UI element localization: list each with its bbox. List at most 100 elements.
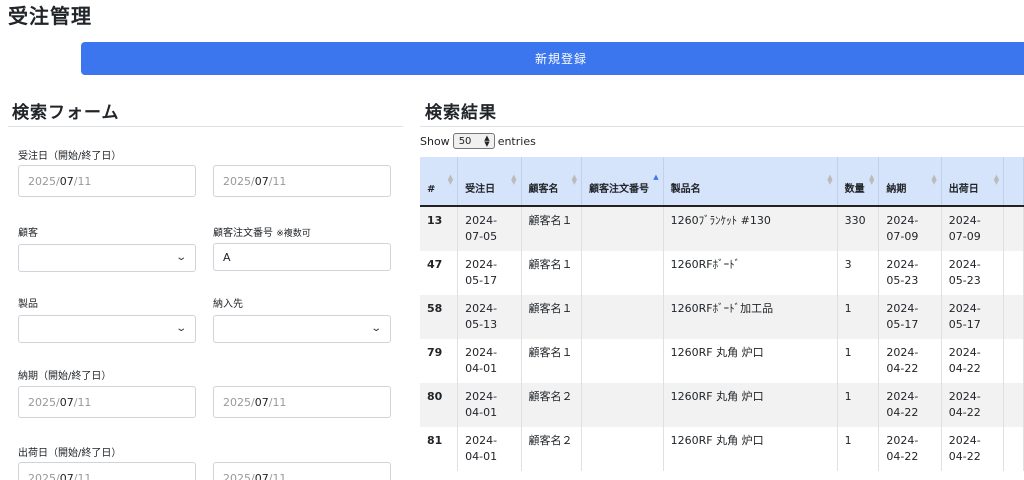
cell-cust-order-no — [581, 206, 664, 251]
customer-label: 顧客 — [18, 228, 38, 239]
entries-label: entries — [497, 134, 536, 148]
ship-date-label: 出荷日（開始/終了日） — [18, 448, 122, 459]
cell-due: 2024- 04-22 — [878, 383, 942, 427]
cell-product: 1260RFﾎﾞｰﾄﾞ加工品 — [663, 295, 838, 339]
cell-product: 1260ﾌﾞﾗﾝｹｯﾄ #130 — [663, 206, 838, 251]
table-row[interactable]: 80 2024- 04-01 顧客名２ 1260RF 丸角 炉口 1 2024- 04-22 2… — [420, 383, 1024, 427]
ship-date-start-input[interactable]: 2025/07/11 — [18, 462, 196, 480]
cell-order-date: 2024- 04-01 — [457, 427, 522, 471]
cell-customer: 顧客名２ — [521, 383, 583, 427]
ship-date-end-input[interactable]: 2025/07/11 — [213, 462, 391, 480]
table-row[interactable]: 79 2024- 04-01 顧客名１ 1260RF 丸角 炉口 1 2024- 04-22 2… — [420, 339, 1024, 383]
cell-qty: 1 — [837, 339, 880, 383]
chevron-down-icon: ⌄ — [369, 323, 382, 334]
search-form-divider — [8, 126, 403, 127]
cell-overflow — [1003, 339, 1024, 383]
show-label: Show — [420, 134, 450, 148]
column-header[interactable]: # ▲ ▼ — [420, 157, 459, 207]
order-date-end-input[interactable]: 2025/07/11 — [213, 165, 391, 197]
spinner-icon: ▲ ▼ — [484, 134, 490, 148]
cell-overflow — [1003, 251, 1024, 295]
column-header[interactable]: 顧客名 ▲ ▼ — [521, 157, 583, 207]
delivery-destination-label: 納入先 — [213, 299, 243, 310]
column-header[interactable]: 数量 ▲ ▼ — [837, 157, 880, 207]
sort-icon: ▲ ▼ — [993, 173, 1000, 186]
cell-customer: 顧客名１ — [521, 206, 583, 251]
product-select[interactable]: ⌄ — [18, 315, 196, 343]
table-row[interactable]: 13 2024- 07-05 顧客名１ 1260ﾌﾞﾗﾝｹｯﾄ #130 330 2024-… — [420, 206, 1024, 251]
results-title: 検索結果 — [425, 103, 497, 123]
column-header[interactable]: 納期 ▲ ▼ — [878, 157, 942, 207]
cell-id: 13 — [420, 206, 459, 251]
sort-ascending-icon: ▲ — [653, 173, 659, 181]
sort-icon: ▲ ▼ — [827, 173, 833, 186]
table-row[interactable]: 47 2024- 05-17 顧客名１ 1260RFﾎﾞｰﾄﾞ 3 2024- 05-23 20… — [420, 251, 1024, 295]
customer-select[interactable]: ⌄ — [18, 244, 196, 272]
cell-cust-order-no — [581, 427, 664, 471]
order-date-start-input[interactable]: 2025/07/11 — [18, 165, 196, 197]
cell-ship: 2024- 04-22 — [941, 427, 1005, 471]
cell-cust-order-no — [581, 383, 664, 427]
search-form-title: 検索フォーム — [12, 103, 120, 123]
cell-overflow — [1003, 427, 1024, 471]
cell-cust-order-no — [581, 295, 664, 339]
cell-qty: 1 — [837, 295, 880, 339]
page-title: 受注管理 — [8, 4, 92, 28]
cell-id: 80 — [420, 383, 459, 427]
customer-order-no-label: 顧客注文番号 ※複数可 — [213, 228, 311, 239]
cell-qty: 1 — [837, 427, 880, 471]
cell-product: 1260RF 丸角 炉口 — [663, 427, 838, 471]
cell-due: 2024- 05-23 — [878, 251, 942, 295]
due-date-end-input[interactable]: 2025/07/11 — [213, 386, 391, 418]
column-header[interactable]: 出荷日 ▲ ▼ — [941, 157, 1005, 207]
column-header[interactable]: 顧客注文番号 ▲ — [581, 157, 664, 207]
results-divider — [420, 126, 1024, 127]
cell-due: 2024- 04-22 — [878, 427, 942, 471]
delivery-destination-select[interactable]: ⌄ — [213, 315, 391, 343]
due-date-label: 納期（開始/終了日） — [18, 371, 112, 382]
chevron-down-icon: ⌄ — [174, 252, 187, 263]
cell-product: 1260RF 丸角 炉口 — [663, 339, 838, 383]
cell-ship: 2024- 07-09 — [941, 206, 1005, 251]
column-header[interactable]: 受注日 ▲ ▼ — [457, 157, 522, 207]
cell-id: 58 — [420, 295, 459, 339]
cell-cust-order-no — [581, 251, 664, 295]
cell-due: 2024- 07-09 — [878, 206, 942, 251]
cell-customer: 顧客名１ — [521, 295, 583, 339]
sort-icon: ▲ ▼ — [447, 173, 454, 186]
cell-order-date: 2024- 05-17 — [457, 251, 522, 295]
page-length-control: Show 50 ▲ ▼ entries — [420, 133, 536, 149]
cell-ship: 2024- 04-22 — [941, 383, 1005, 427]
sort-icon: ▲ ▼ — [931, 173, 937, 186]
cell-id: 79 — [420, 339, 459, 383]
cell-overflow — [1003, 206, 1024, 251]
cell-id: 47 — [420, 251, 459, 295]
sort-icon: ▲ ▼ — [868, 173, 875, 186]
cell-overflow — [1003, 383, 1024, 427]
page-length-select[interactable]: 50 ▲ ▼ — [452, 133, 495, 149]
cell-ship: 2024- 04-22 — [941, 339, 1005, 383]
column-header-overflow — [1003, 157, 1024, 207]
customer-order-no-input[interactable]: A — [213, 243, 391, 271]
table-header-row: # ▲ ▼ 受注日 ▲ ▼ 顧客名 ▲ ▼ 顧客注文番号 ▲ 製品名 ▲ ▼ 数量 ▲ ▼ 納期 ▲ ▼ … — [420, 157, 1024, 207]
cell-overflow — [1003, 295, 1024, 339]
cell-due: 2024- 04-22 — [878, 339, 942, 383]
due-date-start-input[interactable]: 2025/07/11 — [18, 386, 196, 418]
cell-order-date: 2024- 04-01 — [457, 383, 522, 427]
table-row[interactable]: 81 2024- 04-01 顧客名２ 1260RF 丸角 炉口 1 2024- 04-22 2… — [420, 427, 1024, 471]
order-date-label: 受注日（開始/終了日） — [18, 151, 122, 162]
product-label: 製品 — [18, 299, 38, 310]
cell-customer: 顧客名１ — [521, 251, 583, 295]
cell-ship: 2024- 05-17 — [941, 295, 1005, 339]
cell-qty: 330 — [837, 206, 880, 251]
cell-cust-order-no — [581, 339, 664, 383]
cell-customer: 顧客名１ — [521, 339, 583, 383]
chevron-down-icon: ⌄ — [174, 323, 187, 334]
new-registration-button[interactable]: 新規登録 — [81, 42, 1024, 75]
results-table: # ▲ ▼ 受注日 ▲ ▼ 顧客名 ▲ ▼ 顧客注文番号 ▲ 製品名 ▲ ▼ 数量 ▲ ▼ 納期 ▲ ▼ … — [420, 157, 1024, 471]
column-header[interactable]: 製品名 ▲ ▼ — [663, 157, 838, 207]
cell-due: 2024- 05-17 — [878, 295, 942, 339]
cell-qty: 3 — [837, 251, 880, 295]
cell-order-date: 2024- 07-05 — [457, 206, 522, 251]
table-row[interactable]: 58 2024- 05-13 顧客名１ 1260RFﾎﾞｰﾄﾞ加工品 1 2024- 05-1… — [420, 295, 1024, 339]
